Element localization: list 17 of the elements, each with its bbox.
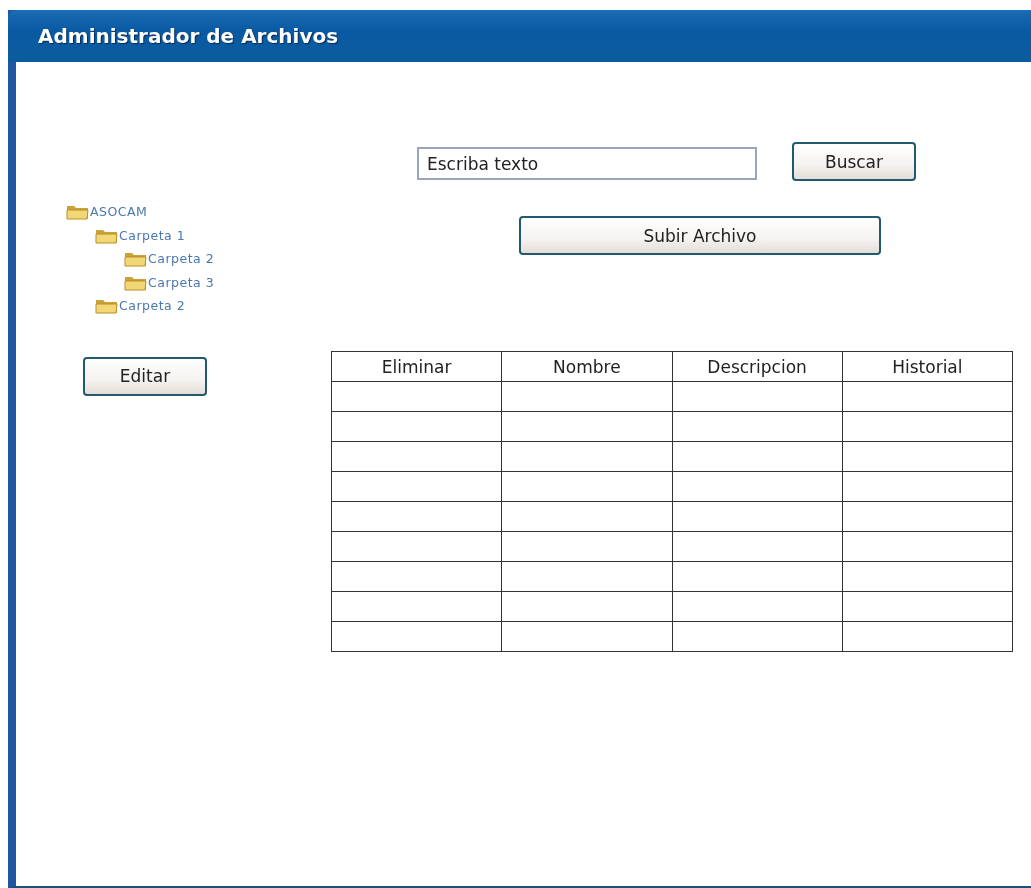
edit-button[interactable]: Editar — [83, 356, 207, 396]
folder-name[interactable]: Carpeta 2 — [148, 251, 215, 267]
column-header: Nombre — [501, 351, 672, 382]
column-header: Historial — [842, 351, 1013, 382]
search-field[interactable]: Escriba texto — [417, 147, 757, 180]
folder-name[interactable]: Carpeta 3 — [148, 274, 215, 290]
folder-icon — [66, 203, 90, 221]
folder-icon — [124, 250, 148, 268]
upload-button[interactable]: Subir Archivo — [519, 216, 881, 255]
column-header: Eliminar — [331, 351, 502, 382]
folder-name[interactable]: ASOCAM — [90, 204, 148, 220]
column-header: Descripcion — [672, 351, 843, 382]
window-title: Administrador de Archivos — [38, 24, 339, 48]
search-button[interactable]: Buscar — [792, 142, 916, 181]
folder-name[interactable]: Carpeta 2 — [119, 298, 186, 314]
folder-icon — [95, 297, 119, 315]
folder-name[interactable]: Carpeta 1 — [119, 227, 186, 243]
